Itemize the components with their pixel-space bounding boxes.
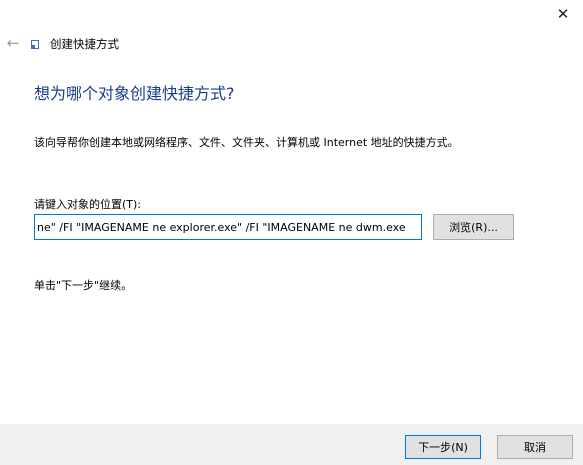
back-button[interactable]: ← <box>4 33 22 53</box>
page-heading: 想为哪个对象创建快捷方式? <box>34 84 235 103</box>
create-shortcut-window: ✕ ← 创建快捷方式 想为哪个对象创建快捷方式? 该向导帮你创建本地或网络程序、… <box>0 0 583 465</box>
continue-hint: 单击"下一步"继续。 <box>34 279 133 292</box>
next-button[interactable]: 下一步(N) <box>405 435 481 459</box>
location-input[interactable] <box>34 214 422 240</box>
wizard-title: 创建快捷方式 <box>50 37 119 51</box>
wizard-nav: ← 创建快捷方式 <box>0 32 400 56</box>
wizard-description: 该向导帮你创建本地或网络程序、文件、文件夹、计算机或 Internet 地址的快… <box>34 136 459 149</box>
back-arrow-icon: ← <box>6 34 20 52</box>
cancel-button[interactable]: 取消 <box>497 435 573 459</box>
shortcut-wizard-icon <box>31 40 39 49</box>
close-button[interactable]: ✕ <box>543 0 583 28</box>
title-bar: ✕ <box>0 0 583 30</box>
close-icon: ✕ <box>556 5 570 23</box>
location-label: 请键入对象的位置(T): <box>34 198 142 211</box>
wizard-footer: 下一步(N) 取消 <box>0 424 583 465</box>
browse-button[interactable]: 浏览(R)... <box>433 214 514 240</box>
